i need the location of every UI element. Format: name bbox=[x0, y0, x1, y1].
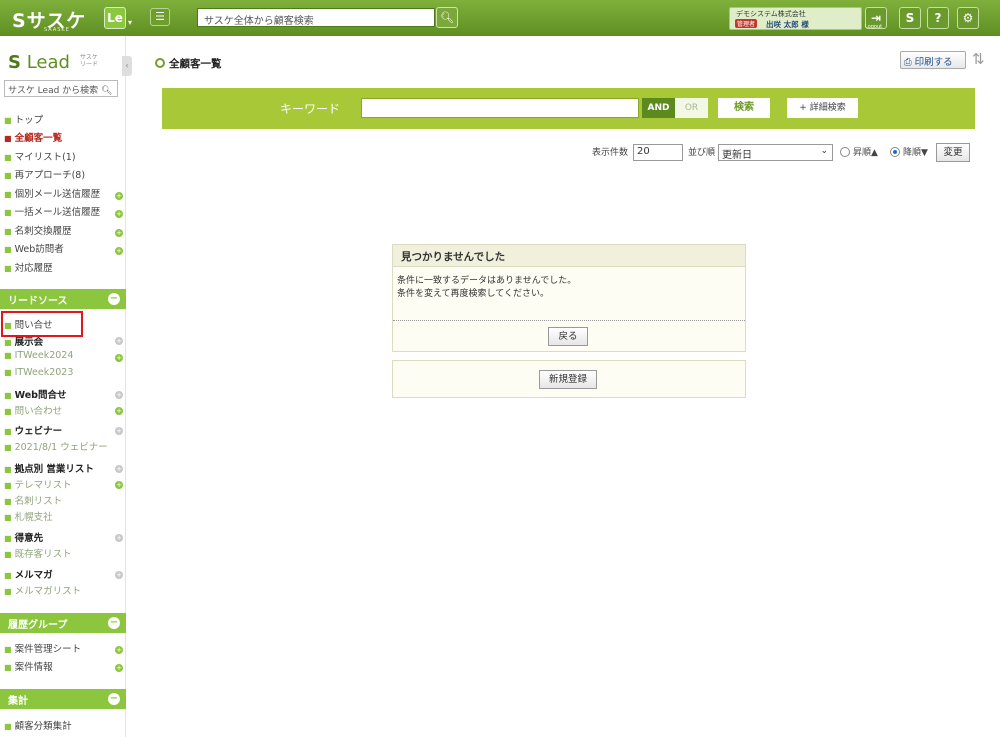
keyword-input[interactable] bbox=[361, 98, 639, 118]
app-switch-caret-icon[interactable]: ▾ bbox=[128, 18, 132, 27]
section-lead-source[interactable]: リードソース − bbox=[0, 289, 126, 309]
collapse-icon[interactable]: − bbox=[108, 617, 120, 629]
chevron-down-icon: ⌄ bbox=[820, 146, 828, 156]
lead-item-web-inquiry[interactable]: ■ Web問合せ bbox=[4, 387, 66, 401]
page-title: 全顧客一覧 bbox=[155, 56, 222, 71]
global-search-input[interactable]: サスケ全体から顧客検索 bbox=[197, 8, 435, 27]
not-found-message: 条件に一致するデータはありませんでした。 条件を変えて再度検索してください。 bbox=[397, 276, 577, 299]
not-found-title: 見つかりませんでした bbox=[393, 245, 745, 267]
add-icon[interactable]: + bbox=[115, 192, 123, 200]
print-button[interactable]: ⎙ 印刷する bbox=[900, 51, 966, 69]
lead-logo[interactable]: S Lead bbox=[8, 52, 70, 73]
add-icon[interactable]: + bbox=[115, 481, 123, 489]
sidebar-item-all-customers[interactable]: ■ 全顧客一覧 bbox=[4, 130, 62, 144]
section-aggregate[interactable]: 集計 − bbox=[0, 689, 126, 709]
aggregate-item-classification[interactable]: ■ 顧客分類集計 bbox=[4, 718, 72, 732]
collapse-icon[interactable]: − bbox=[108, 693, 120, 705]
keyword-label: キーワード bbox=[280, 102, 341, 116]
add-icon[interactable]: + bbox=[115, 646, 123, 654]
sidebar-item-bulk-mail[interactable]: ■ 一括メール送信履歴 bbox=[4, 204, 100, 218]
count-label: 表示件数 bbox=[592, 148, 629, 158]
sidebar-collapse-handle[interactable]: ‹ bbox=[122, 56, 132, 76]
lead-item-existing-list[interactable]: ■ 既存客リスト bbox=[4, 546, 72, 560]
title-bullet-icon bbox=[155, 58, 165, 68]
asc-radio[interactable] bbox=[840, 147, 850, 157]
lead-item-mailmag[interactable]: ■ メルマガ bbox=[4, 567, 53, 581]
lead-item-webinar[interactable]: ■ ウェビナー bbox=[4, 423, 62, 437]
and-toggle[interactable]: AND bbox=[642, 98, 675, 118]
add-icon[interactable]: + bbox=[115, 427, 123, 435]
top-bar: Sサスケ SAASKE Le ▾ ☰ サスケ全体から顧客検索 🔍︎ デモシステム… bbox=[0, 0, 1000, 36]
back-button[interactable]: 戻る bbox=[548, 327, 588, 346]
lead-app-badge[interactable]: Le bbox=[104, 7, 126, 29]
collapse-icon[interactable]: − bbox=[108, 293, 120, 305]
history-item-case-sheet[interactable]: ■ 案件管理シート bbox=[4, 641, 81, 655]
user-name: 出咲 太郎 様 bbox=[766, 20, 809, 29]
lead-item-mailmag-list[interactable]: ■ メルマガリスト bbox=[4, 583, 81, 597]
role-badge: 管理者 bbox=[735, 19, 758, 28]
chat-icon[interactable]: ☰ bbox=[150, 8, 170, 26]
sidebar-item-top[interactable]: ■ トップ bbox=[4, 112, 43, 126]
divider bbox=[393, 320, 745, 321]
search-icon[interactable]: 🔍︎ bbox=[101, 86, 112, 96]
sidebar-item-mylist[interactable]: ■ マイリスト(1) bbox=[4, 149, 76, 163]
lead-item-contact[interactable]: ■ 問い合わせ bbox=[4, 403, 62, 417]
lead-item-telemarketing[interactable]: ■ テレマリスト bbox=[4, 477, 72, 491]
gear-icon[interactable]: ⚙ bbox=[957, 7, 979, 29]
search-button[interactable]: 検索 bbox=[718, 98, 770, 118]
change-button[interactable]: 変更 bbox=[936, 143, 970, 162]
sidebar: S Lead サスケ リード サスケ Lead から検索 🔍︎ ■ トップ ■ 全顧… bbox=[0, 36, 126, 737]
section-history-group[interactable]: 履歴グループ − bbox=[0, 613, 126, 633]
add-icon[interactable]: + bbox=[115, 247, 123, 255]
saaske-logo-sub: SAASKE bbox=[44, 27, 70, 33]
add-icon[interactable]: + bbox=[115, 664, 123, 672]
not-found-panel: 見つかりませんでした 条件に一致するデータはありませんでした。 条件を変えて再度… bbox=[392, 244, 746, 352]
lead-item-itweek2023[interactable]: ■ ITWeek2023 bbox=[4, 367, 73, 378]
sidebar-item-card-exchange[interactable]: ■ 名刺交換履歴 bbox=[4, 223, 72, 237]
new-register-panel: 新規登録 bbox=[392, 360, 746, 398]
lead-logo-text: Lead bbox=[26, 52, 70, 73]
advanced-search-button[interactable]: + 詳細検索 bbox=[787, 98, 858, 118]
asc-label[interactable]: 昇順▲ bbox=[853, 145, 878, 158]
new-register-button[interactable]: 新規登録 bbox=[539, 370, 597, 389]
desc-radio[interactable] bbox=[890, 147, 900, 157]
lead-item-clients[interactable]: ■ 得意先 bbox=[4, 530, 43, 544]
highlight-box bbox=[1, 311, 83, 337]
desc-label[interactable]: 降順▼ bbox=[903, 145, 928, 158]
add-icon[interactable]: + bbox=[115, 407, 123, 415]
sidebar-item-response-history[interactable]: ■ 対応履歴 bbox=[4, 260, 53, 274]
keyword-search-bar: キーワード AND OR 検索 + 詳細検索 bbox=[162, 88, 975, 129]
add-icon[interactable]: + bbox=[115, 337, 123, 345]
lead-item-itweek2024[interactable]: ■ ITWeek2024 bbox=[4, 350, 73, 361]
company-name: デモシステム株式会社 bbox=[736, 10, 806, 18]
sidebar-item-reapproach[interactable]: ■ 再アプローチ(8) bbox=[4, 167, 85, 181]
sort-select[interactable]: 更新日 ⌄ bbox=[718, 144, 833, 161]
logout-label[interactable]: Logout bbox=[865, 24, 882, 30]
lead-item-card-list[interactable]: ■ 名刺リスト bbox=[4, 493, 62, 507]
lead-item-branch-sales[interactable]: ■ 拠点別 営業リスト bbox=[4, 461, 94, 475]
add-icon[interactable]: + bbox=[115, 571, 123, 579]
lead-item-webinar-20210801[interactable]: ■ 2021/8/1 ウェビナー bbox=[4, 439, 108, 453]
sidebar-item-web-visitors[interactable]: ■ Web訪問者 bbox=[4, 241, 64, 255]
refresh-icon[interactable]: ⇅ bbox=[972, 50, 985, 68]
user-info: デモシステム株式会社 管理者 出咲 太郎 様 bbox=[729, 7, 862, 30]
add-icon[interactable]: + bbox=[115, 391, 123, 399]
add-icon[interactable]: + bbox=[115, 465, 123, 473]
or-toggle[interactable]: OR bbox=[675, 98, 708, 118]
global-search-button[interactable]: 🔍︎ bbox=[436, 7, 458, 28]
add-icon[interactable]: + bbox=[115, 229, 123, 237]
printer-icon: ⎙ bbox=[904, 57, 912, 68]
lead-logo-mini: サスケ リード bbox=[80, 54, 99, 68]
add-icon[interactable]: + bbox=[115, 210, 123, 218]
add-icon[interactable]: + bbox=[115, 534, 123, 542]
sidebar-search-input[interactable]: サスケ Lead から検索 🔍︎ bbox=[4, 80, 118, 97]
count-input[interactable]: 20 bbox=[633, 144, 683, 161]
add-icon[interactable]: + bbox=[115, 354, 123, 362]
history-item-case-info[interactable]: ■ 案件情報 bbox=[4, 659, 53, 673]
lead-item-sapporo[interactable]: ■ 札幌支社 bbox=[4, 509, 53, 523]
saaske-home-icon[interactable]: S bbox=[899, 7, 921, 29]
sidebar-item-individual-mail[interactable]: ■ 個別メール送信履歴 bbox=[4, 186, 100, 200]
sort-label: 並び順 bbox=[688, 148, 716, 158]
help-icon[interactable]: ? bbox=[927, 7, 949, 29]
